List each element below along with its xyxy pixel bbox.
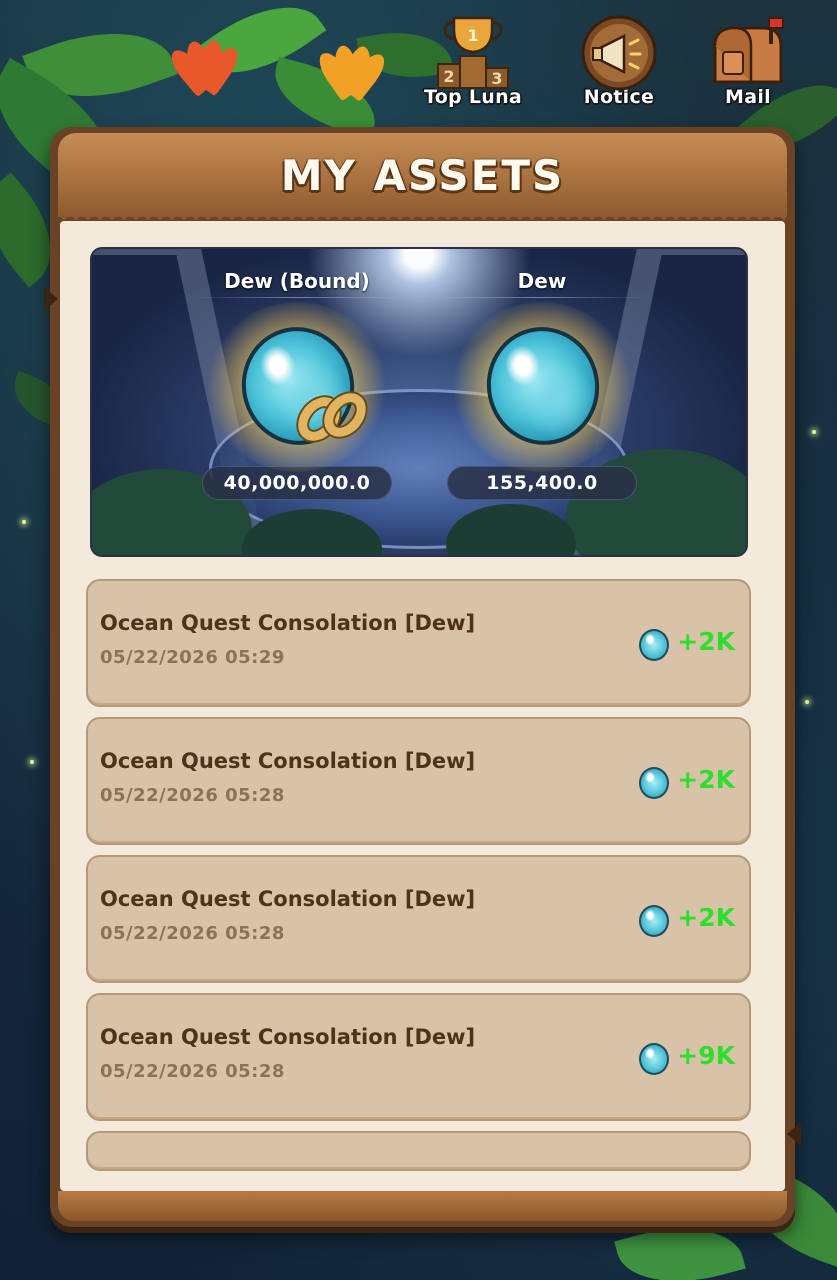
dew-orb-chained-icon [207, 302, 387, 472]
firefly [30, 760, 34, 764]
asset-label: Dew [437, 269, 647, 298]
list-item: Ocean Quest Consolation [Dew] 05/22/2026… [86, 855, 751, 983]
list-item-timestamp: 05/22/2026 05:28 [100, 785, 285, 806]
dew-drop-icon [639, 905, 669, 937]
firefly [805, 700, 809, 704]
list-item-timestamp: 05/22/2026 05:28 [100, 1061, 285, 1082]
list-item-title: Ocean Quest Consolation [Dew] [100, 887, 476, 911]
megaphone-icon [578, 12, 660, 94]
chain-icon [289, 385, 377, 449]
list-item-timestamp: 05/22/2026 05:29 [100, 647, 285, 668]
notice-button[interactable]: Notice [564, 12, 674, 117]
asset-card-dew-bound: Dew (Bound) 40,000,000.0 [182, 249, 412, 555]
list-item-amount: +2K [677, 903, 735, 932]
firefly [812, 430, 816, 434]
list-item [86, 1131, 751, 1171]
mailbox-icon [707, 12, 789, 94]
dew-drop-icon [639, 629, 669, 661]
panel-bottom-trim [58, 1191, 787, 1221]
dew-drop-icon [639, 767, 669, 799]
list-item-title: Ocean Quest Consolation [Dew] [100, 1025, 476, 1049]
list-item: Ocean Quest Consolation [Dew] 05/22/2026… [86, 579, 751, 707]
list-item: Ocean Quest Consolation [Dew] 05/22/2026… [86, 717, 751, 845]
mail-button[interactable]: Mail [693, 12, 803, 117]
my-assets-panel: MY ASSETS Dew (Bound) 40,000,000.0 Dew 1… [44, 127, 795, 1227]
list-item-timestamp: 05/22/2026 05:28 [100, 923, 285, 944]
panel-header: MY ASSETS [58, 133, 787, 225]
svg-text:3: 3 [491, 69, 502, 88]
top-luna-button[interactable]: 2 3 1 Top Luna [418, 12, 528, 117]
asset-card-dew: Dew 155,400.0 [427, 249, 657, 555]
firefly [22, 520, 26, 524]
panel-notch [787, 1122, 801, 1146]
panel-body[interactable]: Dew (Bound) 40,000,000.0 Dew 155,400.0 O… [60, 221, 785, 1191]
page-title: MY ASSETS [280, 150, 565, 200]
list-item-amount: +2K [677, 765, 735, 794]
dew-drop-icon [639, 1043, 669, 1075]
list-item-amount: +9K [677, 1041, 735, 1070]
asset-label: Dew (Bound) [192, 269, 402, 298]
list-item-amount: +2K [677, 627, 735, 656]
panel-notch [44, 287, 58, 311]
list-item: Ocean Quest Consolation [Dew] 05/22/2026… [86, 993, 751, 1121]
trophy-podium-icon: 2 3 1 [432, 12, 514, 94]
svg-text:1: 1 [467, 26, 478, 45]
list-item-title: Ocean Quest Consolation [Dew] [100, 749, 476, 773]
list-item-title: Ocean Quest Consolation [Dew] [100, 611, 476, 635]
assets-banner: Dew (Bound) 40,000,000.0 Dew 155,400.0 [90, 247, 748, 557]
dew-orb-icon [452, 302, 632, 472]
svg-text:2: 2 [443, 67, 454, 86]
asset-history-list[interactable]: Ocean Quest Consolation [Dew] 05/22/2026… [86, 579, 751, 1171]
